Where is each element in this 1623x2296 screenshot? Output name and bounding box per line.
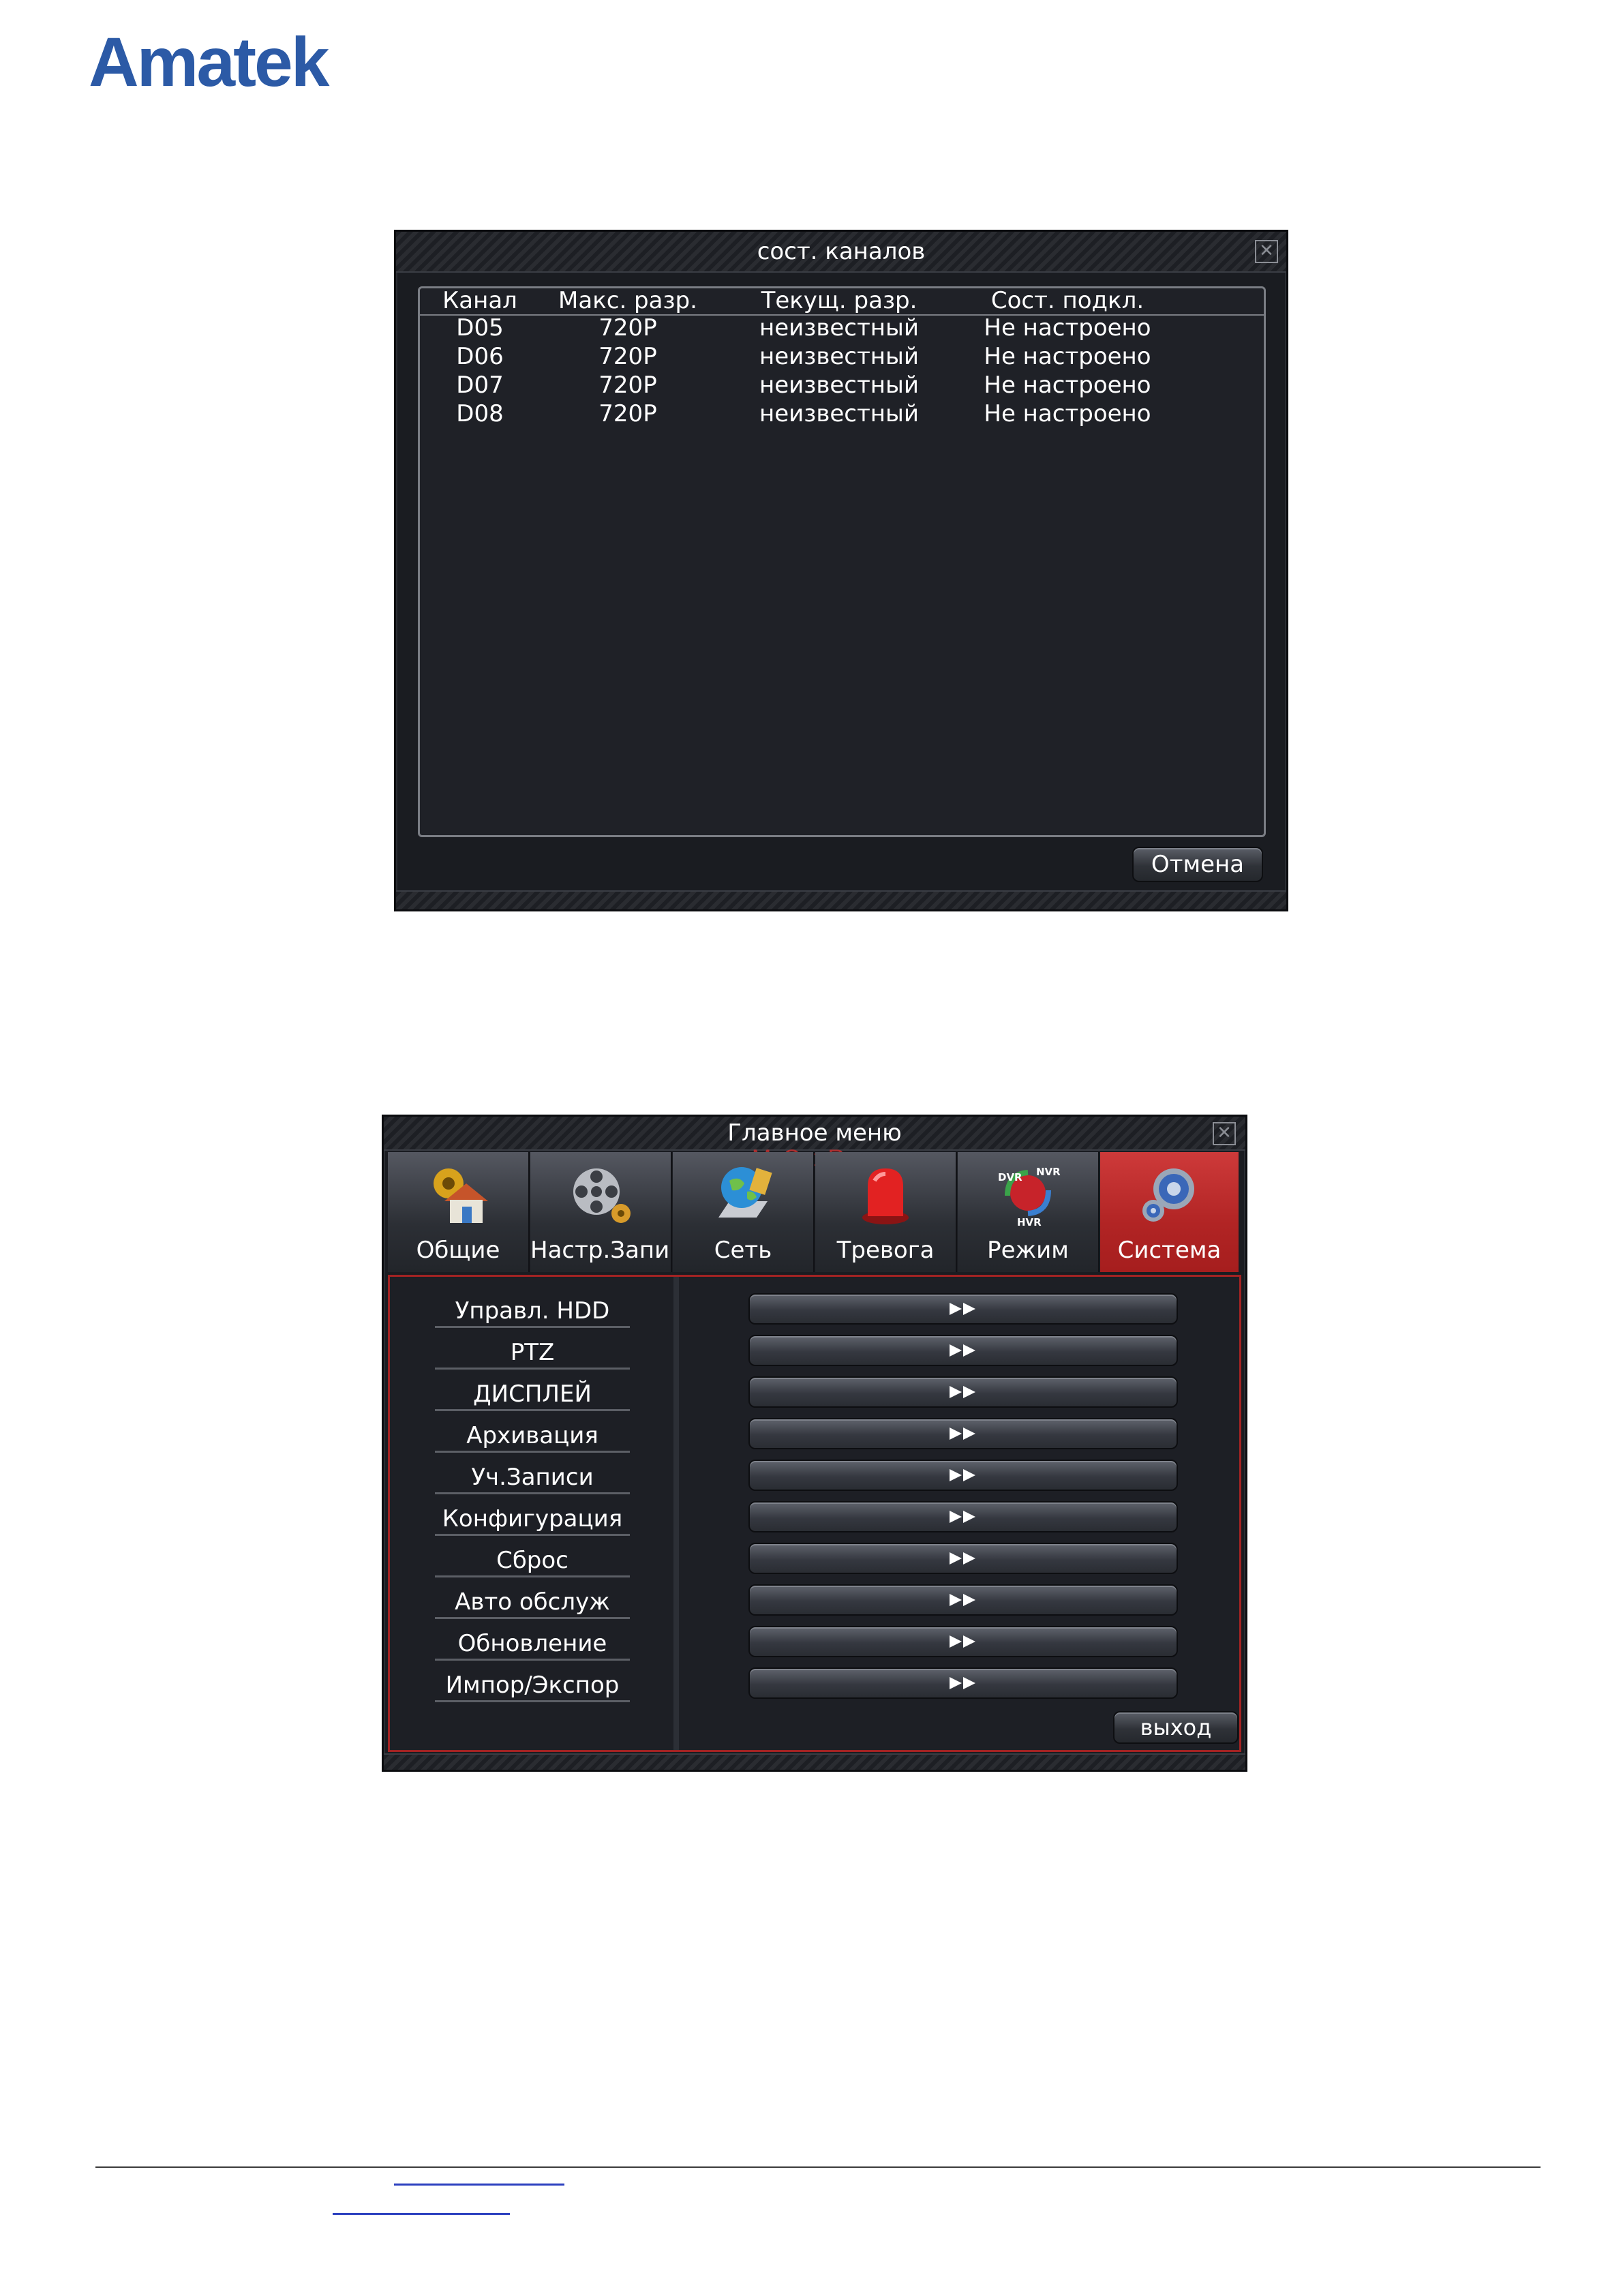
cell-max-res: 720P xyxy=(598,314,657,342)
cell-channel: D07 xyxy=(456,372,504,399)
channel-status-title: сост. каналов xyxy=(757,238,926,265)
exit-button[interactable]: выход xyxy=(1113,1711,1239,1744)
hvr-label: HVR xyxy=(1017,1216,1042,1228)
menu-item-display[interactable]: ДИСПЛЕЙ xyxy=(435,1379,630,1411)
tab-system[interactable]: Система xyxy=(1100,1152,1239,1272)
nvr-label: NVR xyxy=(1036,1166,1061,1178)
dvr-label: DVR xyxy=(998,1171,1022,1183)
open-upgrade-button[interactable] xyxy=(748,1626,1178,1657)
film-reel-icon xyxy=(573,1168,631,1223)
tab-alarm[interactable]: Тревога xyxy=(815,1152,957,1272)
table-row[interactable]: D05 720P неизвестный Не настроено xyxy=(420,314,1264,343)
main-menu-tabs: Общие Hастр.Запис Сеть Тревога DVR NVR H… xyxy=(388,1152,1241,1272)
cell-connection: Не настроено xyxy=(984,400,1151,427)
open-config-button[interactable] xyxy=(748,1501,1178,1532)
channel-status-titlebar: сост. каналов ✕ xyxy=(396,232,1286,273)
open-backup-button[interactable] xyxy=(748,1418,1178,1449)
cell-current-res: неизвестный xyxy=(759,314,919,342)
menu-item-auto-maintain[interactable]: Авто обслуж xyxy=(435,1587,630,1619)
fast-forward-icon xyxy=(950,1344,975,1357)
main-menu-title: Главное меню xyxy=(727,1119,902,1147)
gears-icon xyxy=(1142,1168,1194,1222)
system-menu-panel: Управл. HDD PTZ ДИСПЛЕЙ Архивация Уч.Зап… xyxy=(388,1275,1241,1752)
cell-connection: Не настроено xyxy=(984,343,1151,370)
open-import-export-button[interactable] xyxy=(748,1667,1178,1699)
fast-forward-icon xyxy=(950,1594,975,1606)
col-header-channel: Канал xyxy=(442,287,517,314)
globe-laptop-icon xyxy=(718,1167,772,1218)
amatek-logo: Amatek xyxy=(89,23,330,101)
menu-item-upgrade[interactable]: Обновление xyxy=(435,1629,630,1661)
cell-current-res: неизвестный xyxy=(759,372,919,399)
tab-general[interactable]: Общие xyxy=(388,1152,530,1272)
fast-forward-icon xyxy=(950,1386,975,1398)
tab-label: Общие xyxy=(416,1237,500,1264)
fast-forward-icon xyxy=(950,1677,975,1689)
channel-status-footer xyxy=(396,890,1286,909)
tab-label: Тревога xyxy=(836,1237,935,1264)
menu-item-config[interactable]: Конфигурация xyxy=(435,1504,630,1536)
tab-label: Hастр.Запис xyxy=(530,1237,672,1264)
cell-channel: D06 xyxy=(456,343,504,370)
tab-record-settings[interactable]: Hастр.Запис xyxy=(530,1152,672,1272)
close-icon[interactable]: ✕ xyxy=(1255,240,1278,263)
tab-network[interactable]: Сеть xyxy=(673,1152,815,1272)
dvr-nvr-hvr-icon: DVR NVR HVR xyxy=(998,1166,1061,1228)
table-row[interactable]: D07 720P неизвестный Не настроено xyxy=(420,372,1264,400)
cell-channel: D08 xyxy=(456,400,504,427)
cancel-button[interactable]: Отмена xyxy=(1132,847,1263,882)
channel-table: Канал Макс. разр. Текущ. разр. Сост. под… xyxy=(418,286,1266,837)
cell-current-res: неизвестный xyxy=(759,400,919,427)
system-menu-list: Управл. HDD PTZ ДИСПЛЕЙ Архивация Уч.Зап… xyxy=(390,1277,679,1750)
cell-channel: D05 xyxy=(456,314,504,342)
cell-current-res: неизвестный xyxy=(759,343,919,370)
channel-table-header: Канал Макс. разр. Текущ. разр. Сост. под… xyxy=(420,287,1264,316)
col-header-max-res: Макс. разр. xyxy=(558,287,697,314)
fast-forward-icon xyxy=(950,1428,975,1440)
fast-forward-icon xyxy=(950,1552,975,1565)
open-display-button[interactable] xyxy=(748,1376,1178,1408)
tab-label: Сеть xyxy=(714,1237,772,1264)
menu-item-hdd[interactable]: Управл. HDD xyxy=(435,1296,630,1328)
table-row[interactable]: D08 720P неизвестный Не настроено xyxy=(420,400,1264,429)
col-header-connection: Сост. подкл. xyxy=(990,287,1144,314)
alarm-siren-icon xyxy=(862,1168,909,1224)
col-header-current-res: Текущ. разр. xyxy=(761,287,917,314)
house-gear-icon xyxy=(434,1168,488,1223)
menu-item-backup[interactable]: Архивация xyxy=(435,1421,630,1453)
open-ptz-button[interactable] xyxy=(748,1335,1178,1366)
channel-status-window: сост. каналов ✕ Канал Макс. разр. Текущ.… xyxy=(394,230,1288,911)
fast-forward-icon xyxy=(950,1511,975,1523)
open-reset-button[interactable] xyxy=(748,1543,1178,1574)
tab-mode[interactable]: DVR NVR HVR Режим xyxy=(958,1152,1099,1272)
main-menu-window: Главное меню ✕ McGrp.Ru Общие xyxy=(382,1115,1247,1772)
table-row[interactable]: D06 720P неизвестный Не настроено xyxy=(420,343,1264,372)
footer-link-1[interactable] xyxy=(394,2184,564,2186)
menu-item-reset[interactable]: Сброс xyxy=(435,1545,630,1577)
cell-max-res: 720P xyxy=(598,400,657,427)
tab-label: Система xyxy=(1117,1237,1222,1264)
cell-connection: Не настроено xyxy=(984,314,1151,342)
menu-item-ptz[interactable]: PTZ xyxy=(435,1338,630,1370)
fast-forward-icon xyxy=(950,1635,975,1648)
menu-item-import-export[interactable]: Импор/Экспор xyxy=(435,1670,630,1702)
close-icon[interactable]: ✕ xyxy=(1213,1122,1236,1145)
fast-forward-icon xyxy=(950,1303,975,1315)
menu-item-accounts[interactable]: Уч.Записи xyxy=(435,1462,630,1494)
open-hdd-button[interactable] xyxy=(748,1293,1178,1325)
open-auto-maintain-button[interactable] xyxy=(748,1584,1178,1616)
cell-max-res: 720P xyxy=(598,372,657,399)
fast-forward-icon xyxy=(950,1469,975,1481)
footer-divider xyxy=(95,2166,1541,2168)
tab-label: Режим xyxy=(987,1237,1069,1264)
footer-link-2[interactable] xyxy=(333,2213,510,2215)
cell-max-res: 720P xyxy=(598,343,657,370)
cell-connection: Не настроено xyxy=(984,372,1151,399)
open-accounts-button[interactable] xyxy=(748,1460,1178,1491)
main-menu-footer xyxy=(384,1753,1245,1770)
